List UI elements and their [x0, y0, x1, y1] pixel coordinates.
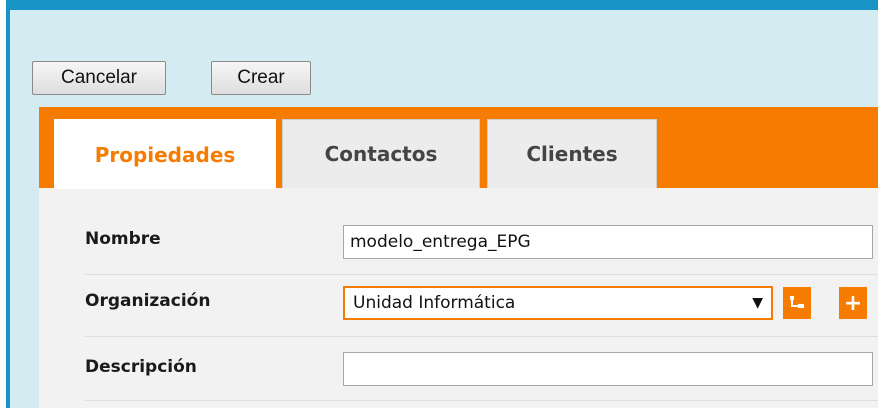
hierarchy-icon-glyph	[790, 296, 804, 308]
organization-selected-value: Unidad Informática	[353, 293, 516, 313]
row-divider	[85, 336, 878, 337]
dialog-window: Cancelar Crear Propiedades Contactos Cli…	[0, 0, 878, 408]
name-input[interactable]	[343, 225, 873, 259]
row-divider	[85, 274, 878, 275]
hierarchy-icon[interactable]	[783, 287, 811, 319]
tab-contactos[interactable]: Contactos	[282, 119, 480, 188]
create-button[interactable]: Crear	[211, 61, 311, 95]
caret-down-icon: ▼	[752, 295, 763, 311]
cancel-button[interactable]: Cancelar	[32, 61, 166, 95]
description-label: Descripción	[85, 357, 197, 377]
tab-clientes[interactable]: Clientes	[487, 119, 657, 188]
organization-label: Organización	[85, 291, 211, 311]
description-input[interactable]	[343, 352, 873, 386]
row-divider	[85, 400, 878, 401]
window-top-border	[0, 0, 878, 10]
window-edge	[0, 0, 6, 408]
name-label: Nombre	[85, 229, 161, 249]
tab-propiedades[interactable]: Propiedades	[54, 119, 276, 189]
plus-icon[interactable]: +	[839, 287, 867, 319]
organization-select[interactable]: Unidad Informática ▼	[343, 286, 773, 320]
